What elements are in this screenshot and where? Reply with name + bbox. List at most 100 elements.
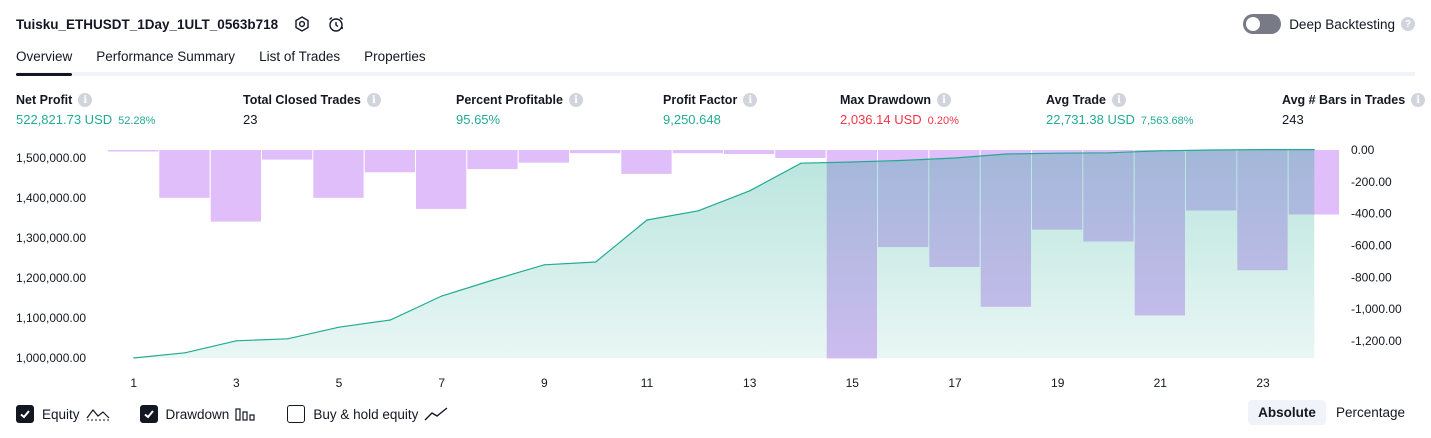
drawdown-bar — [467, 150, 518, 170]
right-axis-tick-label: 0.00 — [1351, 143, 1375, 157]
right-axis-tick-label: -600.00 — [1351, 239, 1392, 253]
value-mode-switch: Absolute Percentage — [1248, 400, 1415, 425]
deep-backtesting: Deep Backtesting ? — [1243, 14, 1415, 34]
right-axis-tick-label: -1,000.00 — [1351, 302, 1402, 316]
equity-checkbox[interactable] — [16, 405, 34, 423]
left-axis-tick-label: 1,400,000.00 — [16, 191, 86, 205]
equity-point — [1262, 149, 1264, 151]
equity-point — [1005, 153, 1007, 155]
drawdown-bar — [724, 150, 775, 154]
metric-value: 22,731.38 USD — [1046, 112, 1135, 127]
metric-sub-value: 7,563.68% — [1140, 115, 1194, 127]
settings-icon[interactable] — [292, 14, 312, 34]
info-icon[interactable]: i — [366, 93, 381, 107]
equity-area — [133, 149, 1315, 358]
x-axis-tick-label: 1 — [130, 376, 137, 390]
deep-backtesting-toggle[interactable] — [1243, 14, 1282, 34]
drawdown-bar — [570, 150, 621, 154]
x-axis-tick-label: 11 — [641, 376, 654, 390]
x-axis-tick-label: 21 — [1154, 376, 1168, 390]
metric-label: Total Closed Trades — [243, 93, 361, 107]
right-axis-tick-label: -1,200.00 — [1351, 334, 1402, 348]
equity-point — [1211, 149, 1213, 151]
metric-sub-value: 52.28% — [118, 115, 156, 127]
equity-point — [749, 190, 751, 192]
tab-performance-summary[interactable]: Performance Summary — [96, 44, 235, 72]
drawdown-bar — [364, 150, 415, 173]
report-tabs: Overview Performance Summary List of Tra… — [16, 44, 1415, 76]
info-icon[interactable]: i — [78, 93, 93, 107]
legend-equity[interactable]: Equity — [16, 405, 110, 423]
metric-label: Avg # Bars in Trades — [1282, 93, 1406, 107]
equity-point — [595, 261, 597, 263]
drawdown-checkbox[interactable] — [139, 405, 158, 423]
right-axis-tick-label: -400.00 — [1351, 207, 1392, 221]
equity-point — [646, 219, 648, 221]
right-axis-tick-label: -200.00 — [1351, 175, 1392, 189]
legend-drawdown[interactable]: Drawdown — [139, 405, 258, 423]
equity-point — [1108, 152, 1110, 154]
metric-avg-trade: Avg Trade i 22,731.38 USD 7,563.68% — [1046, 93, 1194, 127]
equity-chart[interactable]: 1,500,000.00 1,400,000.00 1,300,000.00 1,20… — [0, 140, 1431, 400]
left-axis-tick-label: 1,100,000.00 — [16, 311, 86, 325]
info-icon[interactable]: i — [937, 93, 951, 107]
metric-value: 23 — [243, 112, 258, 127]
metric-sub-value: 0.20% — [927, 115, 959, 127]
equity-point — [851, 161, 853, 163]
metric-percent-profitable: Percent Profitable i 95.65% — [456, 93, 583, 127]
drawdown-bar — [159, 150, 210, 198]
buy-hold-checkbox[interactable] — [287, 405, 306, 423]
info-icon[interactable]: i — [743, 93, 758, 107]
buy-hold-line-icon — [424, 406, 448, 422]
metrics-row: Net Profit i 522,821.73 USD 52.28% Total C… — [16, 93, 1426, 133]
left-axis-tick-label: 1,200,000.00 — [16, 271, 86, 285]
tab-properties[interactable]: Properties — [364, 44, 426, 72]
chart-legend: Equity Drawdown Buy & hold equity — [16, 403, 478, 425]
drawdown-bar — [262, 150, 313, 160]
equity-point — [903, 159, 905, 161]
drawdown-bars-icon — [235, 406, 257, 422]
info-icon[interactable]: i — [1411, 93, 1426, 107]
equity-point — [287, 338, 289, 340]
drawdown-bar — [621, 150, 672, 174]
tab-overview[interactable]: Overview — [16, 44, 73, 76]
legend-label: Equity — [42, 406, 80, 422]
left-axis-tick-label: 1,000,000.00 — [16, 351, 86, 365]
metric-label: Profit Factor — [663, 93, 738, 107]
x-axis-tick-label: 13 — [743, 376, 757, 390]
x-axis-tick-label: 15 — [846, 376, 860, 390]
metric-value: 95.65% — [456, 112, 501, 127]
metric-profit-factor: Profit Factor i 9,250.648 — [663, 93, 758, 127]
legend-label: Drawdown — [165, 406, 230, 422]
metric-net-profit: Net Profit i 522,821.73 USD 52.28% — [16, 93, 155, 127]
info-icon[interactable]: i — [1111, 93, 1126, 107]
equity-drawdown-chart-svg: 1,500,000.00 1,400,000.00 1,300,000.00 1,20… — [16, 143, 1402, 390]
equity-point — [800, 162, 802, 164]
equity-point — [441, 295, 443, 297]
help-icon[interactable]: ? — [1401, 17, 1415, 31]
metric-value: 522,821.73 USD — [16, 112, 113, 127]
metric-value: 2,036.14 USD — [840, 112, 922, 127]
alarm-clock-icon[interactable] — [326, 14, 346, 34]
equity-point — [1313, 149, 1315, 151]
right-axis-tick-label: -800.00 — [1351, 270, 1392, 284]
drawdown-bar — [518, 150, 569, 163]
drawdown-bar — [210, 150, 261, 222]
percentage-button[interactable]: Percentage — [1326, 400, 1415, 425]
metric-value: 243 — [1282, 112, 1304, 127]
metric-total-closed-trades: Total Closed Trades i 23 — [243, 93, 381, 127]
metric-avg-bars-in-trades: Avg # Bars in Trades i 243 — [1282, 93, 1426, 127]
drawdown-bar — [313, 150, 364, 198]
equity-point — [492, 279, 494, 281]
toggle-knob — [1246, 17, 1261, 31]
equity-point — [954, 157, 956, 159]
tab-list-of-trades[interactable]: List of Trades — [259, 44, 340, 72]
equity-line-icon — [86, 406, 110, 422]
metric-label: Avg Trade — [1046, 93, 1106, 107]
equity-point — [338, 326, 340, 328]
equity-point — [133, 357, 135, 359]
legend-buy-hold-equity[interactable]: Buy & hold equity — [287, 405, 448, 423]
absolute-button[interactable]: Absolute — [1248, 400, 1326, 425]
x-axis-tick-label: 7 — [438, 376, 445, 390]
info-icon[interactable]: i — [568, 93, 583, 107]
